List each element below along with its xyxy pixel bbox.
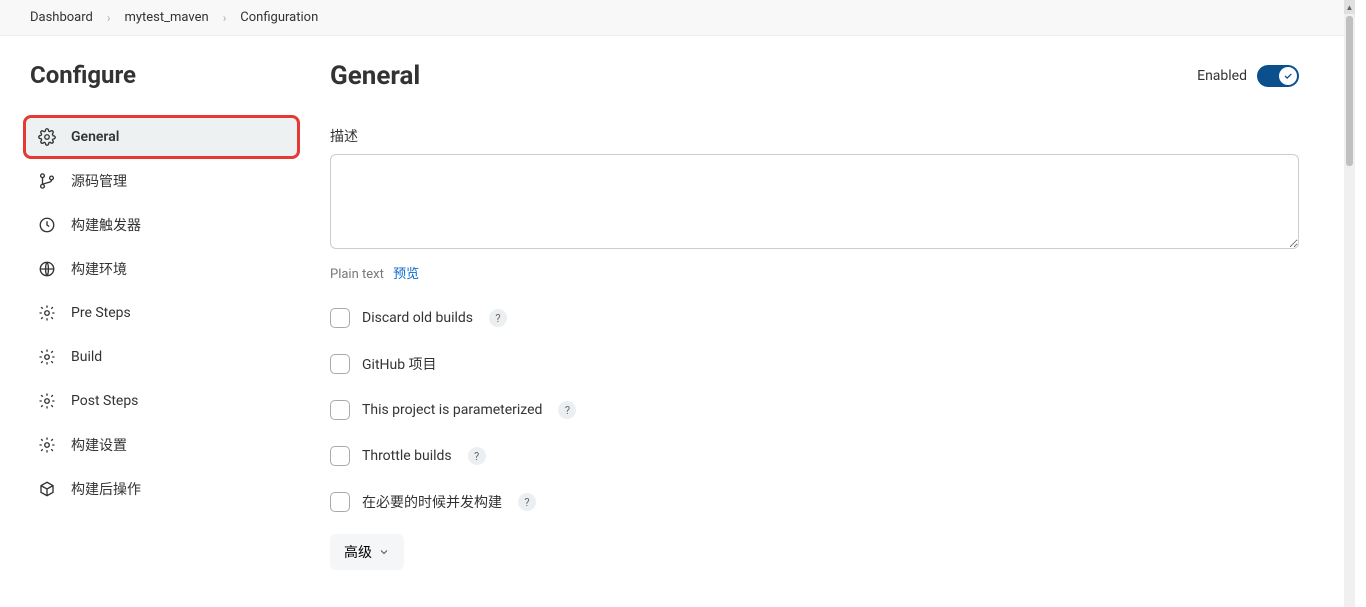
enabled-label: Enabled [1197,68,1247,84]
discard-old-builds-checkbox[interactable] [330,308,350,328]
sidebar-item-triggers[interactable]: 构建触发器 [25,205,298,245]
gear-icon [37,347,57,367]
branch-icon [37,171,57,191]
concurrent-builds-checkbox[interactable] [330,492,350,512]
sidebar-item-build[interactable]: Build [25,337,298,377]
github-project-checkbox[interactable] [330,354,350,374]
sidebar-item-label: Post Steps [71,393,138,409]
sidebar-item-poststeps[interactable]: Post Steps [25,381,298,421]
sidebar-item-scm[interactable]: 源码管理 [25,161,298,201]
checkbox-label: This project is parameterized [362,402,542,418]
package-icon [37,479,57,499]
page-scrollbar[interactable]: ▲ [1344,0,1355,607]
help-icon[interactable]: ? [489,309,507,327]
help-icon[interactable]: ? [518,493,536,511]
description-input[interactable] [330,154,1299,249]
enabled-toggle[interactable] [1257,65,1299,87]
sidebar-item-label: 构建环境 [71,259,127,279]
gear-icon [37,127,57,147]
parameterized-checkbox[interactable] [330,400,350,420]
checkbox-label: 在必要的时候并发构建 [362,492,502,512]
help-icon[interactable]: ? [468,447,486,465]
sidebar: Configure General 源码管理 [0,36,310,607]
sidebar-item-label: 源码管理 [71,171,127,191]
preview-link[interactable]: 预览 [393,267,419,282]
section-title: General [330,61,420,91]
advanced-label: 高级 [344,542,372,562]
breadcrumb-item[interactable]: mytest_maven [124,10,208,25]
checkbox-label: Discard old builds [362,310,473,326]
scroll-up-arrow-icon[interactable]: ▲ [1344,0,1355,14]
checkbox-label: GitHub 项目 [362,354,437,374]
sidebar-item-postbuild[interactable]: 构建后操作 [25,469,298,509]
sidebar-item-environment[interactable]: 构建环境 [25,249,298,289]
sidebar-item-label: 构建设置 [71,435,127,455]
sidebar-item-label: General [71,129,119,145]
sidebar-item-label: 构建后操作 [71,479,141,499]
form-area: General Enabled 描述 Plain text 预览 [310,36,1344,607]
description-label: 描述 [330,126,1299,146]
breadcrumb-item[interactable]: Dashboard [30,10,93,25]
gear-icon [37,303,57,323]
globe-icon [37,259,57,279]
clock-icon [37,215,57,235]
sidebar-title: Configure [25,61,298,89]
throttle-builds-checkbox[interactable] [330,446,350,466]
advanced-button[interactable]: 高级 [330,534,404,570]
sidebar-item-general[interactable]: General [25,117,298,157]
sidebar-item-label: Build [71,349,102,365]
checkbox-label: Throttle builds [362,448,452,464]
scrollbar-thumb[interactable] [1346,16,1353,166]
chevron-right-icon: › [223,11,227,25]
plain-text-label: Plain text [330,267,384,282]
chevron-down-icon [378,546,390,558]
breadcrumb-item[interactable]: Configuration [240,10,318,25]
sidebar-item-label: 构建触发器 [71,215,141,235]
sidebar-item-label: Pre Steps [71,305,131,321]
check-icon [1279,67,1297,85]
sidebar-item-presteps[interactable]: Pre Steps [25,293,298,333]
sidebar-item-buildsettings[interactable]: 构建设置 [25,425,298,465]
help-icon[interactable]: ? [558,401,576,419]
chevron-right-icon: › [107,11,111,25]
breadcrumb: Dashboard › mytest_maven › Configuration [0,0,1344,36]
gear-icon [37,391,57,411]
gear-icon [37,435,57,455]
